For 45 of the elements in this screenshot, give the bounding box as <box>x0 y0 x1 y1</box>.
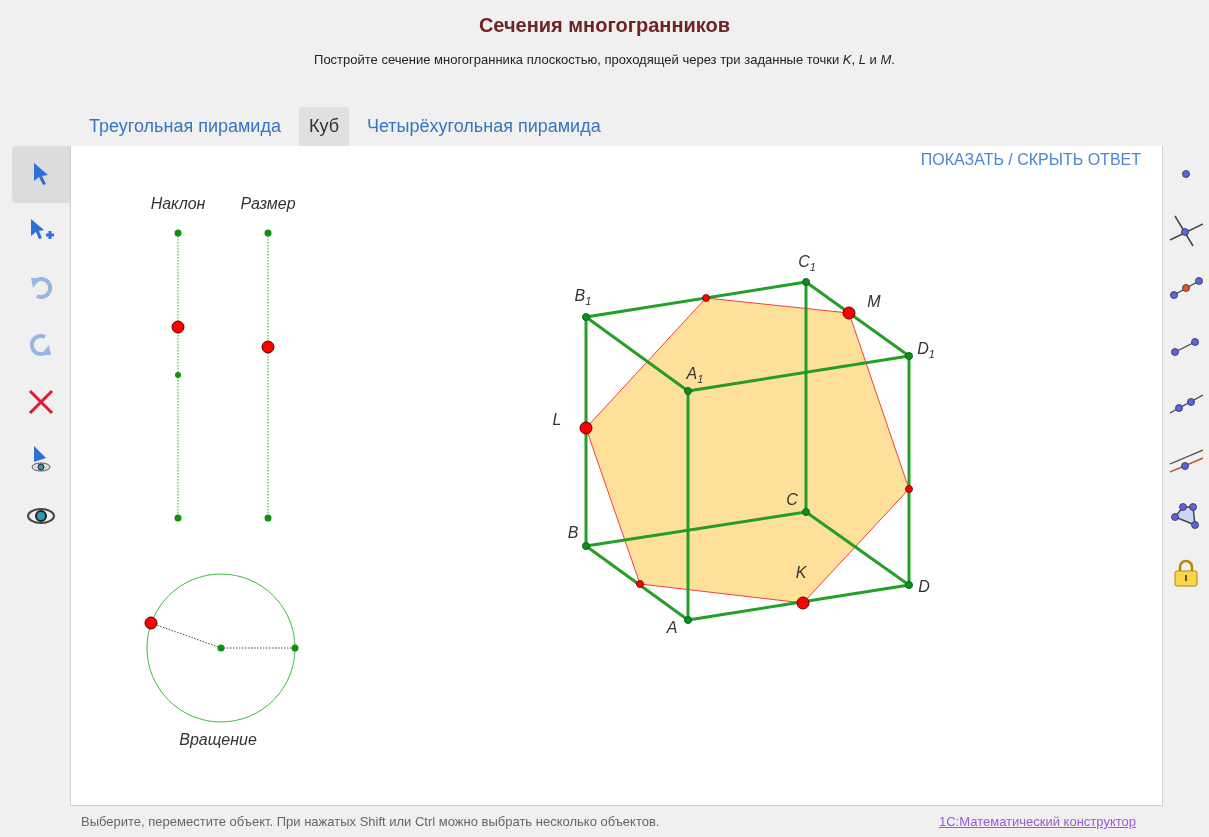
vertex-point[interactable] <box>905 580 913 589</box>
slider-thumb[interactable] <box>261 340 275 354</box>
slider-label: Размер <box>240 194 296 213</box>
tab[interactable]: Четырёхугольная пирамида <box>356 106 611 146</box>
given-point[interactable] <box>842 306 856 320</box>
tab[interactable]: Куб <box>298 106 349 146</box>
delete-icon <box>27 388 55 417</box>
show-hide-answer-link[interactable]: ПОКАЗАТЬ / СКРЫТЬ ОТВЕТ <box>920 150 1141 169</box>
vertex-point[interactable] <box>582 541 590 550</box>
vertex-point[interactable] <box>905 351 913 360</box>
given-point[interactable] <box>796 596 810 610</box>
section-point[interactable] <box>636 579 644 588</box>
vertex-point[interactable] <box>802 507 810 516</box>
point-label: A <box>666 618 678 637</box>
point-icon <box>1180 168 1192 181</box>
point-label: C$_{1}$ <box>798 252 816 273</box>
slider-label: Наклон <box>150 194 206 213</box>
point-label: L <box>552 410 562 429</box>
intersection-icon <box>1169 214 1203 249</box>
dial-label: Вращение <box>179 730 257 749</box>
section-point[interactable] <box>702 293 710 302</box>
slider-track[interactable] <box>171 229 185 522</box>
status-hint: Выберите, переместите объект. При нажатых Shift или Ctrl можно выбрать несколько объектов. <box>81 814 660 830</box>
point-label: B <box>567 523 579 542</box>
product-link[interactable]: 1С:Математический конструктор <box>939 814 1136 830</box>
tool-button[interactable] <box>12 145 70 203</box>
slider-thumb[interactable] <box>171 320 185 334</box>
section-point[interactable] <box>905 484 913 493</box>
point-label: B$_{1}$ <box>574 286 592 307</box>
task-instruction: Постройте сечение многогранника плоскостью, проходящей через три заданные точки K, L и M. <box>314 52 895 67</box>
tab[interactable]: Треугольная пирамида <box>79 106 291 146</box>
point-label: C <box>786 490 798 509</box>
point-label: D <box>918 577 930 596</box>
point-label: K <box>795 563 807 582</box>
point-label: D$_{1}$ <box>917 339 935 360</box>
vertex-point[interactable] <box>684 615 692 624</box>
point-label: M <box>867 292 881 311</box>
vertex-point[interactable] <box>582 312 590 321</box>
vertex-point[interactable] <box>684 386 692 395</box>
given-point[interactable] <box>579 421 593 435</box>
vertex-point[interactable] <box>802 277 810 286</box>
padlock-icon <box>1173 559 1199 588</box>
slider-track[interactable] <box>261 229 275 522</box>
point-label: A$_{1}$ <box>686 364 704 385</box>
page-title: Сечения многогранников <box>478 14 731 37</box>
